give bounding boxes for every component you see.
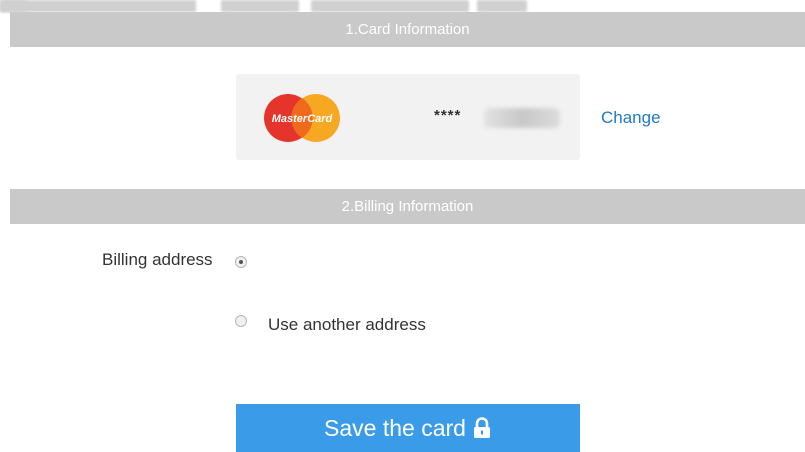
card-number-mask: **** (434, 107, 462, 124)
mastercard-logo-text: MasterCard (272, 113, 333, 125)
change-card-link[interactable]: Change (601, 108, 661, 128)
another-address-radio[interactable] (235, 315, 247, 327)
billing-information-title: 2.Billing Information (341, 198, 474, 215)
card-number-redacted (484, 108, 560, 128)
saved-card-panel: MasterCard **** (236, 74, 580, 160)
card-information-header: 1.Card Information (10, 12, 805, 47)
save-card-button-label: Save the card (324, 414, 466, 441)
billing-information-header: 2.Billing Information (10, 189, 805, 224)
lock-icon (473, 417, 490, 438)
saved-address-radio[interactable] (235, 256, 247, 268)
save-card-button[interactable]: Save the card (236, 404, 580, 452)
billing-address-label: Billing address (102, 250, 213, 269)
payment-card-page: 1.Card Information MasterCard **** Chang… (0, 0, 805, 452)
mastercard-logo-icon: MasterCard (264, 94, 340, 142)
use-another-address-label[interactable]: Use another address (268, 315, 426, 335)
card-information-title: 1.Card Information (345, 21, 470, 38)
